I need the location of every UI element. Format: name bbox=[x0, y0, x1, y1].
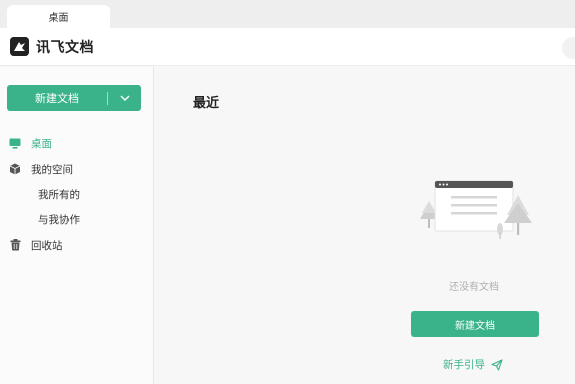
main-content: 最近 还没有文档 新建文档 新手引导 bbox=[155, 67, 575, 384]
cube-icon bbox=[8, 162, 22, 176]
sidebar-item-label: 桌面 bbox=[31, 137, 52, 150]
beginner-guide-link[interactable]: 新手引导 bbox=[443, 357, 503, 372]
paper-plane-icon bbox=[491, 358, 503, 371]
sidebar-item-trash[interactable]: 回收站 bbox=[0, 234, 153, 256]
empty-state-illustration bbox=[417, 179, 535, 243]
new-document-button[interactable]: 新建文档 bbox=[7, 85, 141, 111]
browser-tab[interactable]: 桌面 bbox=[7, 5, 110, 28]
sidebar-subitem-collab[interactable]: 与我协作 bbox=[38, 208, 80, 230]
app-logo-icon[interactable] bbox=[10, 37, 29, 56]
empty-state-text: 还没有文档 bbox=[449, 282, 499, 293]
section-title-recent: 最近 bbox=[193, 96, 220, 111]
trash-icon bbox=[8, 238, 22, 252]
create-document-button-label: 新建文档 bbox=[455, 320, 495, 332]
browser-tab-label: 桌面 bbox=[48, 13, 69, 24]
new-document-button-label: 新建文档 bbox=[35, 92, 79, 105]
header-search-pill[interactable] bbox=[562, 37, 575, 59]
sidebar: 新建文档 桌面 我的空间 我所有的 与我协作 回收站 bbox=[0, 67, 154, 384]
app-title: 讯飞文档 bbox=[36, 40, 94, 56]
desktop-icon bbox=[8, 136, 22, 150]
sidebar-item-label: 回收站 bbox=[31, 239, 63, 252]
sidebar-item-label: 我的空间 bbox=[31, 163, 73, 176]
sidebar-subitem-label: 我所有的 bbox=[38, 188, 80, 201]
sidebar-item-desktop[interactable]: 桌面 bbox=[0, 132, 153, 154]
create-document-button[interactable]: 新建文档 bbox=[411, 311, 539, 337]
sidebar-subitem-mine[interactable]: 我所有的 bbox=[38, 183, 80, 205]
beginner-guide-label: 新手引导 bbox=[443, 359, 485, 371]
sidebar-subitem-label: 与我协作 bbox=[38, 213, 80, 226]
app-header: 讯飞文档 bbox=[0, 28, 575, 66]
chevron-down-icon[interactable] bbox=[108, 95, 141, 101]
sidebar-item-my-space[interactable]: 我的空间 bbox=[0, 158, 153, 180]
browser-tab-strip: 桌面 bbox=[0, 0, 575, 28]
